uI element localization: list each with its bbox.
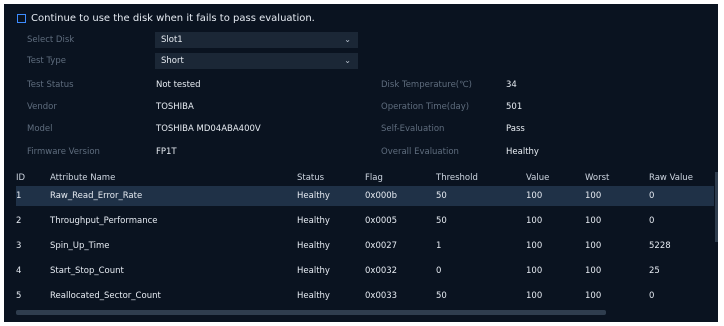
- cell-threshold: 50: [436, 191, 447, 201]
- cell-worst: 100: [585, 291, 602, 301]
- model-value: TOSHIBA MD04ABA400V: [156, 124, 261, 134]
- cell-worst: 100: [585, 191, 602, 201]
- vendor-value: TOSHIBA: [156, 102, 194, 112]
- cell-value: 100: [526, 241, 543, 251]
- cell-flag: 0x0033: [365, 291, 398, 301]
- col-status-header: Status: [297, 173, 325, 183]
- cell-id: 2: [16, 216, 22, 226]
- cell-raw-value: 0: [649, 216, 655, 226]
- cell-value: 100: [526, 266, 543, 276]
- col-threshold-header: Threshold: [436, 173, 478, 183]
- select-disk-value: Slot1: [161, 35, 183, 45]
- cell-threshold: 50: [436, 216, 447, 226]
- horizontal-scrollbar[interactable]: [16, 310, 606, 315]
- cell-attribute-name: Raw_Read_Error_Rate: [50, 191, 143, 201]
- cell-attribute-name: Reallocated_Sector_Count: [50, 291, 161, 301]
- evaluation-option[interactable]: Continue to use the disk when it fails t…: [17, 13, 315, 24]
- select-disk-label: Select Disk: [27, 35, 75, 45]
- table-row[interactable]: 2 Throughput_Performance Healthy 0x0005 …: [16, 211, 714, 231]
- cell-raw-value: 5228: [649, 241, 671, 251]
- cell-flag: 0x0005: [365, 216, 398, 226]
- col-raw-value-header: Raw Value: [649, 173, 693, 183]
- col-id-header: ID: [16, 173, 26, 183]
- cell-status: Healthy: [297, 191, 330, 201]
- disk-temperature-label: Disk Temperature(℃): [381, 80, 472, 90]
- table-row[interactable]: 5 Reallocated_Sector_Count Healthy 0x003…: [16, 286, 714, 306]
- col-flag-header: Flag: [365, 173, 383, 183]
- test-status-value: Not tested: [156, 80, 201, 90]
- cell-attribute-name: Throughput_Performance: [50, 216, 158, 226]
- operation-time-label: Operation Time(day): [381, 102, 470, 112]
- test-type-dropdown[interactable]: Short ⌄: [155, 53, 358, 69]
- operation-time-value: 501: [506, 102, 523, 112]
- vendor-label: Vendor: [27, 102, 57, 112]
- disk-evaluation-panel: Continue to use the disk when it fails t…: [4, 4, 718, 322]
- firmware-version-label: Firmware Version: [27, 147, 100, 157]
- cell-threshold: 50: [436, 291, 447, 301]
- cell-status: Healthy: [297, 291, 330, 301]
- cell-raw-value: 0: [649, 191, 655, 201]
- cell-worst: 100: [585, 266, 602, 276]
- cell-status: Healthy: [297, 241, 330, 251]
- cell-raw-value: 0: [649, 291, 655, 301]
- model-label: Model: [27, 124, 53, 134]
- test-status-label: Test Status: [27, 80, 74, 90]
- cell-status: Healthy: [297, 216, 330, 226]
- col-worst-header: Worst: [585, 173, 610, 183]
- cell-id: 4: [16, 266, 22, 276]
- overall-evaluation-label: Overall Evaluation: [381, 147, 459, 157]
- select-disk-dropdown[interactable]: Slot1 ⌄: [155, 32, 358, 48]
- cell-worst: 100: [585, 216, 602, 226]
- attribute-table-header: ID Attribute Name Status Flag Threshold …: [16, 171, 716, 187]
- self-evaluation-label: Self-Evaluation: [381, 124, 445, 134]
- cell-status: Healthy: [297, 266, 330, 276]
- cell-id: 3: [16, 241, 22, 251]
- self-evaluation-value: Pass: [506, 124, 525, 134]
- cell-flag: 0x0027: [365, 241, 398, 251]
- chevron-down-icon: ⌄: [344, 35, 351, 44]
- cell-attribute-name: Start_Stop_Count: [50, 266, 124, 276]
- test-type-label: Test Type: [27, 56, 66, 66]
- table-row[interactable]: 4 Start_Stop_Count Healthy 0x0032 0 100 …: [16, 261, 714, 281]
- vertical-scrollbar[interactable]: [715, 172, 718, 242]
- chevron-down-icon: ⌄: [344, 56, 351, 65]
- cell-attribute-name: Spin_Up_Time: [50, 241, 110, 251]
- cell-value: 100: [526, 216, 543, 226]
- table-row[interactable]: 1 Raw_Read_Error_Rate Healthy 0x000b 50 …: [16, 186, 714, 206]
- cell-flag: 0x0032: [365, 266, 398, 276]
- disk-temperature-value: 34: [506, 80, 517, 90]
- cell-value: 100: [526, 291, 543, 301]
- cell-value: 100: [526, 191, 543, 201]
- cell-id: 5: [16, 291, 22, 301]
- cell-flag: 0x000b: [365, 191, 398, 201]
- col-attribute-name-header: Attribute Name: [50, 173, 116, 183]
- table-row[interactable]: 3 Spin_Up_Time Healthy 0x0027 1 100 100 …: [16, 236, 714, 256]
- cell-threshold: 1: [436, 241, 442, 251]
- cell-id: 1: [16, 191, 22, 201]
- cell-worst: 100: [585, 241, 602, 251]
- continue-use-label: Continue to use the disk when it fails t…: [31, 13, 315, 24]
- col-value-header: Value: [526, 173, 550, 183]
- overall-evaluation-value: Healthy: [506, 147, 539, 157]
- test-type-value: Short: [161, 56, 184, 66]
- continue-use-checkbox[interactable]: [17, 14, 26, 23]
- cell-threshold: 0: [436, 266, 442, 276]
- firmware-version-value: FP1T: [156, 147, 177, 157]
- cell-raw-value: 25: [649, 266, 660, 276]
